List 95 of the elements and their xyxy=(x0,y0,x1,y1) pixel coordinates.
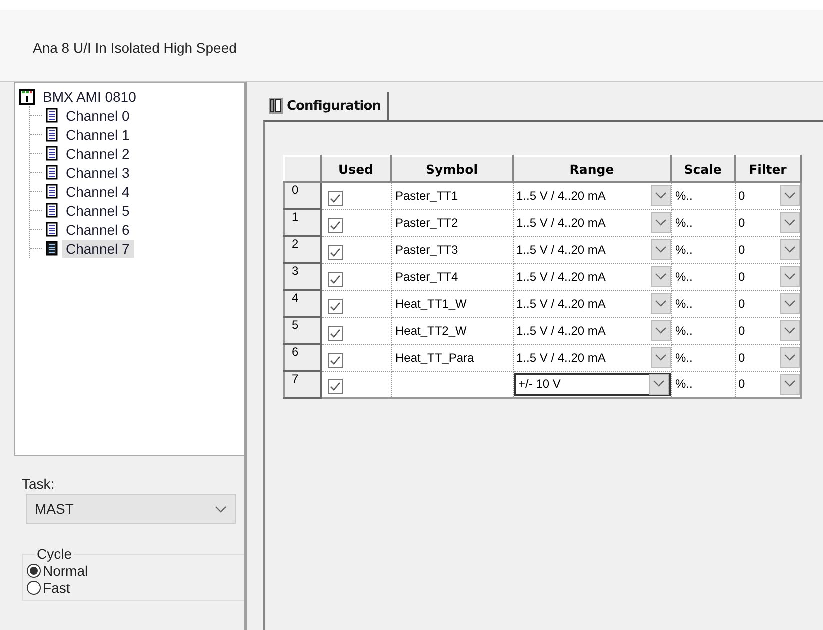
tree-item[interactable]: Channel 2 xyxy=(62,144,134,162)
checkbox[interactable] xyxy=(328,326,343,340)
document-icon xyxy=(46,108,58,123)
table-cell: Paster_TT1 xyxy=(391,182,513,209)
column-header: Filter xyxy=(735,156,801,182)
checkbox[interactable] xyxy=(328,244,343,260)
row-number: 3 xyxy=(284,263,321,290)
filter-dropdown[interactable]: 0 xyxy=(736,346,800,369)
module-icon xyxy=(19,88,35,104)
chevron-down-icon xyxy=(784,246,796,254)
chevron-down-icon xyxy=(654,272,666,280)
tree-item[interactable]: Channel 7 xyxy=(62,240,134,258)
checkbox[interactable] xyxy=(328,352,343,368)
radio-button[interactable] xyxy=(27,580,41,594)
task-dropdown[interactable]: MAST xyxy=(26,494,236,524)
filter-dropdown[interactable]: 0 xyxy=(736,184,800,208)
table-cell: Paster_TT4 xyxy=(391,263,513,290)
checkbox[interactable] xyxy=(328,379,343,394)
chevron-down-icon xyxy=(784,272,796,280)
chevron-down-icon xyxy=(784,354,796,362)
table-cell: %.. xyxy=(671,344,735,371)
filter-dropdown[interactable]: 0 xyxy=(736,319,800,342)
chevron-down-icon xyxy=(652,380,664,388)
table-cell: Paster_TT3 xyxy=(391,236,513,263)
chevron-down-icon xyxy=(784,192,796,200)
chevron-down-icon xyxy=(784,218,796,226)
document-icon xyxy=(46,203,58,218)
column-header: Symbol xyxy=(391,156,513,182)
filter-dropdown[interactable]: 0 xyxy=(736,265,800,288)
chevron-down-icon xyxy=(654,246,666,254)
radio-button[interactable] xyxy=(27,564,41,578)
chevron-down-icon xyxy=(654,326,666,334)
tree-item[interactable]: Channel 5 xyxy=(62,202,134,220)
range-dropdown[interactable]: 1..5 V / 4..20 mA xyxy=(514,265,670,288)
group-label: Cycle xyxy=(36,546,74,562)
row-number: 5 xyxy=(284,317,321,344)
tree-item[interactable]: BMX AMI 0810 xyxy=(39,88,140,106)
range-dropdown[interactable]: 1..5 V / 4..20 mA xyxy=(514,319,670,342)
checkbox[interactable] xyxy=(328,272,343,286)
chevron-down-icon xyxy=(654,300,666,308)
table-cell: Heat_TT_Para xyxy=(391,344,513,371)
chevron-down-icon xyxy=(654,192,666,200)
document-icon xyxy=(46,127,58,142)
radio-label: Normal xyxy=(43,562,88,578)
column-header: Used xyxy=(321,156,391,182)
chevron-down-icon xyxy=(215,506,227,514)
row-number: 1 xyxy=(284,209,321,236)
chevron-down-icon xyxy=(784,300,796,308)
document-icon xyxy=(46,222,58,237)
tree-item[interactable]: Channel 3 xyxy=(62,164,134,182)
range-dropdown[interactable]: +/- 10 V xyxy=(514,372,670,396)
checkbox[interactable] xyxy=(328,218,343,232)
range-dropdown[interactable]: 1..5 V / 4..20 mA xyxy=(514,211,670,234)
chevron-down-icon xyxy=(654,354,666,362)
table-cell: %.. xyxy=(671,182,735,209)
range-dropdown[interactable]: 1..5 V / 4..20 mA xyxy=(514,238,670,261)
filter-dropdown[interactable]: 0 xyxy=(736,292,800,315)
table-cell: %.. xyxy=(671,263,735,290)
document-icon xyxy=(46,184,58,199)
row-number: 7 xyxy=(284,371,321,398)
document-icon xyxy=(46,165,58,180)
row-number: 6 xyxy=(284,344,321,371)
table-cell: %.. xyxy=(671,317,735,344)
row-number: 0 xyxy=(284,182,321,209)
table-cell: %.. xyxy=(671,209,735,236)
tree-item[interactable]: Channel 1 xyxy=(62,126,134,144)
row-number: 2 xyxy=(284,236,321,263)
task-label: Task: xyxy=(22,476,56,492)
row-number: 4 xyxy=(284,290,321,317)
table-cell: Heat_TT1_W xyxy=(391,290,513,317)
radio-label: Fast xyxy=(43,580,70,596)
document-icon xyxy=(46,146,58,161)
checkbox[interactable] xyxy=(328,298,343,314)
module-title: Ana 8 U/I In Isolated High Speed xyxy=(33,40,237,56)
tree-item[interactable]: Channel 6 xyxy=(62,220,134,238)
range-dropdown[interactable]: 1..5 V / 4..20 mA xyxy=(514,292,670,315)
chevron-down-icon xyxy=(784,380,796,388)
table-cell: Paster_TT2 xyxy=(391,209,513,236)
module-icon xyxy=(269,98,283,114)
table-cell: Heat_TT2_W xyxy=(391,317,513,344)
column-header: Scale xyxy=(671,156,735,182)
column-header: Range xyxy=(513,156,671,182)
filter-dropdown[interactable]: 0 xyxy=(736,372,800,396)
filter-dropdown[interactable]: 0 xyxy=(736,211,800,234)
table-cell: %.. xyxy=(671,290,735,317)
filter-dropdown[interactable]: 0 xyxy=(736,238,800,261)
tree-item[interactable]: Channel 0 xyxy=(62,106,134,124)
chevron-down-icon xyxy=(784,326,796,334)
table-cell: %.. xyxy=(671,236,735,263)
document-icon xyxy=(46,241,58,256)
tree-item[interactable]: Channel 4 xyxy=(62,182,134,200)
range-dropdown[interactable]: 1..5 V / 4..20 mA xyxy=(514,184,670,208)
chevron-down-icon xyxy=(654,218,666,226)
checkbox[interactable] xyxy=(328,190,343,206)
range-dropdown[interactable]: 1..5 V / 4..20 mA xyxy=(514,346,670,369)
